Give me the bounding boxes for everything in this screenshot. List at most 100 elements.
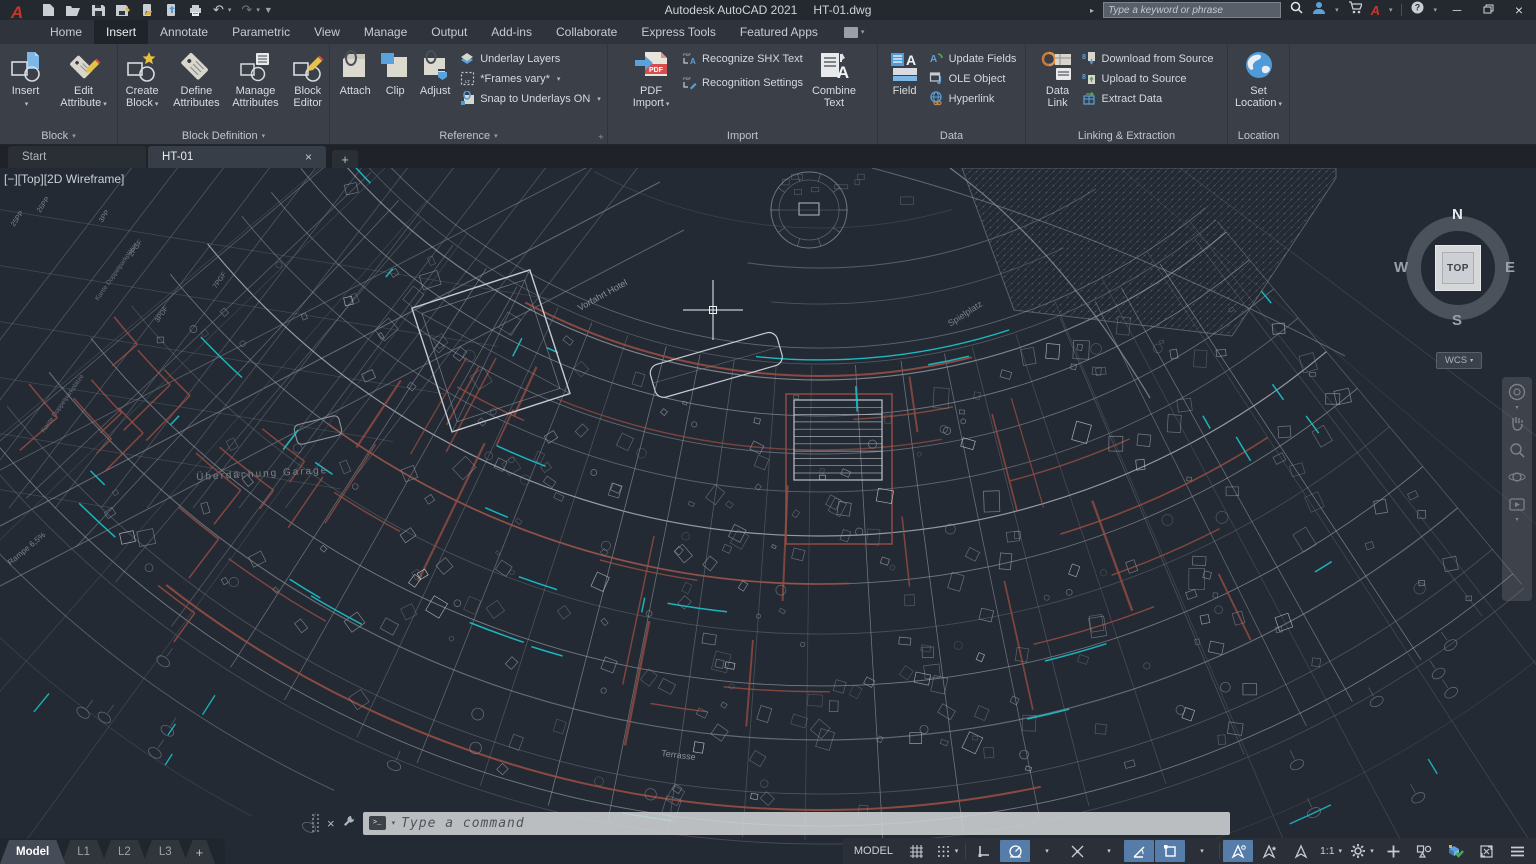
- viewcube-top-face[interactable]: TOP: [1435, 245, 1481, 291]
- restore-button[interactable]: [1477, 3, 1499, 17]
- tab-add-ins[interactable]: Add-ins: [479, 20, 544, 44]
- sign-in-dropdown[interactable]: ▾: [1335, 6, 1339, 14]
- update-fields-button[interactable]: A Update Fields: [929, 50, 1017, 67]
- close-file-tab-icon[interactable]: ×: [305, 150, 312, 164]
- zoom-icon[interactable]: [1508, 441, 1526, 459]
- tab-express-tools[interactable]: Express Tools: [629, 20, 727, 44]
- annotation-visibility-toggle[interactable]: [1223, 840, 1253, 862]
- define-attributes-button[interactable]: Define Attributes: [168, 48, 224, 110]
- isometric-drafting-dropdown[interactable]: ▾: [1093, 840, 1123, 862]
- sign-in-icon[interactable]: [1312, 1, 1326, 20]
- upload-to-source-button[interactable]: 8 Upload to Source: [1082, 70, 1214, 87]
- manage-attributes-button[interactable]: Manage Attributes: [226, 48, 284, 110]
- search-collapse-arrow[interactable]: ▸: [1090, 6, 1094, 15]
- file-tab-ht01[interactable]: HT-01 ×: [148, 146, 326, 168]
- new-layout-button[interactable]: +: [184, 840, 216, 864]
- viewcube-west[interactable]: W: [1394, 259, 1408, 276]
- object-snap-toggle[interactable]: [1155, 840, 1185, 862]
- isolate-objects-button[interactable]: [1409, 840, 1439, 862]
- file-tab-start[interactable]: Start: [8, 146, 146, 168]
- help-dropdown[interactable]: ▾: [1433, 6, 1437, 14]
- combine-text-button[interactable]: A Combine Text: [807, 48, 861, 110]
- wcs-dropdown[interactable]: WCS ▾: [1436, 352, 1482, 369]
- layout-tab-l1[interactable]: L1: [61, 840, 106, 864]
- viewcube-east[interactable]: E: [1505, 259, 1515, 276]
- drawing-canvas[interactable]: [−][Top][2D Wireframe] Überdachung Garag…: [0, 168, 1536, 864]
- reference-dialog-launcher[interactable]: »: [596, 132, 606, 142]
- hyperlink-button[interactable]: Hyperlink: [929, 90, 1017, 107]
- pan-icon[interactable]: [1508, 414, 1526, 432]
- annotation-scale-button[interactable]: [1285, 840, 1315, 862]
- frames-vary-dropdown[interactable]: LT *Frames vary* ▾: [460, 70, 601, 87]
- customize-qat-dropdown[interactable]: ▼: [264, 5, 273, 15]
- graphics-performance-button[interactable]: [1440, 840, 1470, 862]
- command-line[interactable]: × >_ ▾ Type a command: [312, 810, 1230, 836]
- orbit-icon[interactable]: [1508, 468, 1526, 486]
- new-file-button[interactable]: [42, 3, 55, 17]
- download-from-source-button[interactable]: 8 Download from Source: [1082, 50, 1213, 67]
- panel-label-block-definition[interactable]: Block Definition ▾: [118, 127, 329, 144]
- redo-dropdown[interactable]: ▾: [256, 6, 260, 14]
- tab-view[interactable]: View: [302, 20, 352, 44]
- model-space-toggle[interactable]: MODEL: [847, 845, 900, 857]
- panel-label-block[interactable]: Block ▾: [0, 127, 117, 144]
- pdf-import-button[interactable]: PDF PDF Import ▾: [624, 48, 678, 112]
- extract-data-button[interactable]: Extract Data: [1082, 90, 1214, 107]
- tab-manage[interactable]: Manage: [352, 20, 419, 44]
- recent-commands-dropdown[interactable]: ▾: [392, 819, 396, 827]
- autodesk-account-icon[interactable]: A: [1371, 3, 1380, 18]
- redo-button[interactable]: ↷: [241, 2, 252, 18]
- tab-output[interactable]: Output: [419, 20, 479, 44]
- adjust-button[interactable]: Adjust: [414, 48, 456, 98]
- edit-attribute-button[interactable]: Edit Attribute ▾: [52, 48, 116, 112]
- command-line-wrench-icon[interactable]: [342, 814, 356, 833]
- app-store-cart-icon[interactable]: [1348, 1, 1363, 19]
- show-motion-icon[interactable]: [1508, 495, 1526, 513]
- customize-status-bar-button[interactable]: [1502, 840, 1532, 862]
- snap-to-underlays-dropdown[interactable]: Snap to Underlays ON ▾: [460, 90, 601, 107]
- polar-tracking-toggle[interactable]: [1000, 840, 1030, 862]
- panel-label-import[interactable]: Import: [608, 127, 877, 144]
- panel-label-linking[interactable]: Linking & Extraction: [1026, 127, 1227, 144]
- annotation-monitor-button[interactable]: [1378, 840, 1408, 862]
- tab-featured-apps[interactable]: Featured Apps: [728, 20, 830, 44]
- save-to-web-button[interactable]: [164, 3, 178, 17]
- annotation-scale-dropdown[interactable]: 1:1 ▾: [1316, 840, 1346, 862]
- attach-button[interactable]: Attach: [334, 48, 376, 98]
- tab-annotate[interactable]: Annotate: [148, 20, 220, 44]
- create-block-button[interactable]: Create Block ▾: [118, 48, 166, 112]
- autoscale-toggle[interactable]: [1254, 840, 1284, 862]
- search-input[interactable]: [1103, 2, 1282, 18]
- data-link-button[interactable]: Data Link: [1038, 48, 1078, 110]
- tab-insert[interactable]: Insert: [94, 20, 149, 44]
- undo-dropdown[interactable]: ▾: [228, 6, 232, 14]
- underlay-layers-button[interactable]: Underlay Layers: [460, 50, 601, 67]
- search-icon[interactable]: [1290, 1, 1303, 19]
- field-button[interactable]: A Field: [885, 48, 925, 98]
- command-line-close-icon[interactable]: ×: [327, 816, 335, 831]
- autocad-logo-icon[interactable]: A: [0, 0, 34, 26]
- save-as-button[interactable]: [115, 4, 130, 17]
- workspace-switching-button[interactable]: ▾: [1347, 840, 1377, 862]
- help-icon[interactable]: ?: [1411, 1, 1424, 19]
- close-button[interactable]: ×: [1508, 2, 1530, 18]
- clean-screen-button[interactable]: [1471, 840, 1501, 862]
- command-input[interactable]: >_ ▾ Type a command: [362, 811, 1230, 835]
- ribbon-display-toggle[interactable]: ▾: [843, 20, 864, 44]
- tab-collaborate[interactable]: Collaborate: [544, 20, 629, 44]
- panel-label-location[interactable]: Location: [1228, 127, 1289, 144]
- polar-tracking-dropdown[interactable]: ▾: [1031, 840, 1061, 862]
- viewcube[interactable]: N S W E TOP: [1394, 206, 1518, 329]
- snap-mode-toggle[interactable]: ▾: [932, 840, 962, 862]
- panel-label-data[interactable]: Data: [878, 127, 1025, 144]
- open-from-web-button[interactable]: [140, 3, 154, 17]
- isometric-drafting-toggle[interactable]: [1062, 840, 1092, 862]
- undo-button[interactable]: ↶: [213, 2, 224, 18]
- layout-tab-l2[interactable]: L2: [102, 840, 147, 864]
- object-snap-dropdown[interactable]: ▾: [1186, 840, 1216, 862]
- navigation-bar[interactable]: ▾ ▾: [1502, 377, 1532, 601]
- plot-button[interactable]: [188, 4, 203, 17]
- clip-button[interactable]: Clip: [378, 48, 412, 98]
- recognition-settings-button[interactable]: PDF Recognition Settings: [682, 74, 803, 91]
- tab-parametric[interactable]: Parametric: [220, 20, 302, 44]
